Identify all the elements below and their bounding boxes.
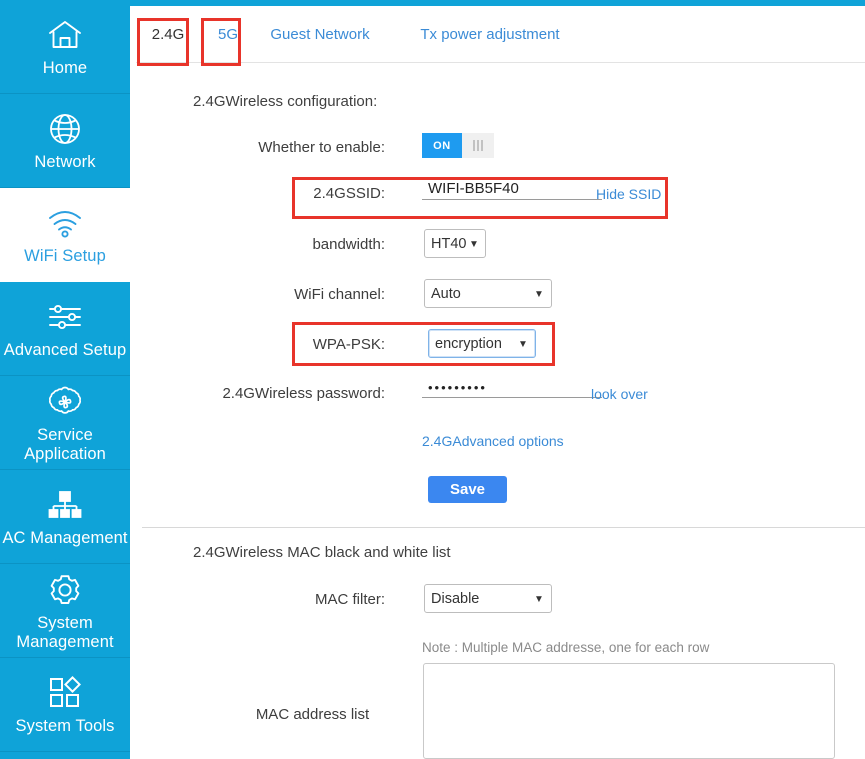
mac-address-list-label: MAC address list (255, 706, 370, 723)
mac-filter-select-wrap: DisableBlacklistWhitelist ▼ (424, 584, 552, 613)
tab-label: Guest Network (270, 25, 370, 43)
tab-label: Tx power adjustment (420, 25, 560, 43)
look-over-link[interactable]: look over (591, 386, 648, 402)
router-admin-page: Home Network WiFi Setup Advanced Setup S… (0, 0, 865, 759)
home-icon (45, 15, 85, 55)
tab-2-4g[interactable]: 2.4G (138, 6, 198, 62)
sidebar-item-label: System Tools (15, 717, 115, 735)
enable-label: Whether to enable: (258, 139, 385, 156)
wireless-section-title: 2.4GWireless configuration: (193, 93, 378, 110)
ssid-label: 2.4GSSID: (313, 185, 385, 202)
tab-guest-network[interactable]: Guest Network (260, 6, 380, 62)
sidebar-item-system-tools[interactable]: System Tools (0, 658, 130, 752)
grid-tools-icon (45, 673, 85, 713)
wpa-select-wrap: encryptionNot encrypted ▼ (428, 329, 536, 358)
mac-note: Note : Multiple MAC addresse, one for ea… (422, 640, 710, 655)
cloud-apps-icon (45, 382, 85, 422)
section-divider (142, 527, 865, 528)
sidebar-item-label: WiFi Setup (24, 247, 106, 265)
sidebar-item-network[interactable]: Network (0, 94, 130, 188)
network-tree-icon (45, 485, 85, 525)
sidebar-item-system-management[interactable]: System Management (0, 564, 130, 658)
sidebar-item-label: System Management (16, 613, 114, 651)
tab-tx-power-adjustment[interactable]: Tx power adjustment (395, 6, 585, 62)
sidebar-item-wifi-setup[interactable]: WiFi Setup (0, 188, 130, 282)
sliders-icon (45, 297, 85, 337)
sidebar-item-label: Service Application (24, 425, 106, 463)
mac-filter-select[interactable]: DisableBlacklistWhitelist (424, 584, 552, 613)
sidebar-item-label: Home (42, 59, 88, 77)
tab-bar: 2.4G 5G Guest Network Tx power adjustmen… (130, 6, 865, 62)
sidebar-item-label: AC Management (2, 529, 128, 547)
bandwidth-select[interactable]: HT20HT40 (424, 229, 486, 258)
channel-label: WiFi channel: (294, 286, 385, 303)
wifi-icon (45, 203, 85, 243)
wpa-psk-label: WPA-PSK: (312, 336, 385, 353)
sidebar-filler (0, 752, 130, 759)
toggle-knob (462, 133, 494, 158)
wpa-psk-select[interactable]: encryptionNot encrypted (428, 329, 536, 358)
tab-5g[interactable]: 5G (204, 6, 252, 62)
password-label: 2.4GWireless password: (222, 385, 385, 402)
enable-toggle[interactable]: ON (422, 133, 494, 158)
mac-section-title: 2.4GWireless MAC black and white list (193, 544, 451, 561)
gear-icon (45, 570, 85, 610)
toggle-on-state: ON (422, 133, 462, 158)
bandwidth-label: bandwidth: (312, 236, 385, 253)
mac-filter-label: MAC filter: (314, 591, 385, 608)
advanced-options-link[interactable]: 2.4GAdvanced options (422, 433, 564, 449)
tabs-divider (136, 62, 865, 63)
sidebar-item-advanced-setup[interactable]: Advanced Setup (0, 282, 130, 376)
ssid-input[interactable] (422, 180, 602, 200)
bandwidth-select-wrap: HT20HT40 ▼ (424, 229, 486, 258)
sidebar-item-ac-management[interactable]: AC Management (0, 470, 130, 564)
mac-address-list-textarea[interactable] (423, 663, 835, 759)
tab-label: 2.4G (151, 25, 185, 43)
content-panel: 2.4G 5G Guest Network Tx power adjustmen… (130, 0, 865, 759)
hide-ssid-link[interactable]: Hide SSID (596, 186, 661, 202)
channel-select[interactable]: Auto1234567891011 (424, 279, 552, 308)
sidebar-item-home[interactable]: Home (0, 0, 130, 94)
save-button[interactable]: Save (428, 476, 507, 503)
sidebar-item-label: Advanced Setup (3, 341, 127, 359)
channel-select-wrap: Auto1234567891011 ▼ (424, 279, 552, 308)
sidebar-item-service-application[interactable]: Service Application (0, 376, 130, 470)
sidebar-item-label: Network (34, 153, 96, 171)
password-input[interactable] (422, 380, 602, 398)
tab-label: 5G (217, 25, 238, 43)
sidebar-nav: Home Network WiFi Setup Advanced Setup S… (0, 0, 130, 759)
globe-icon (45, 109, 85, 149)
